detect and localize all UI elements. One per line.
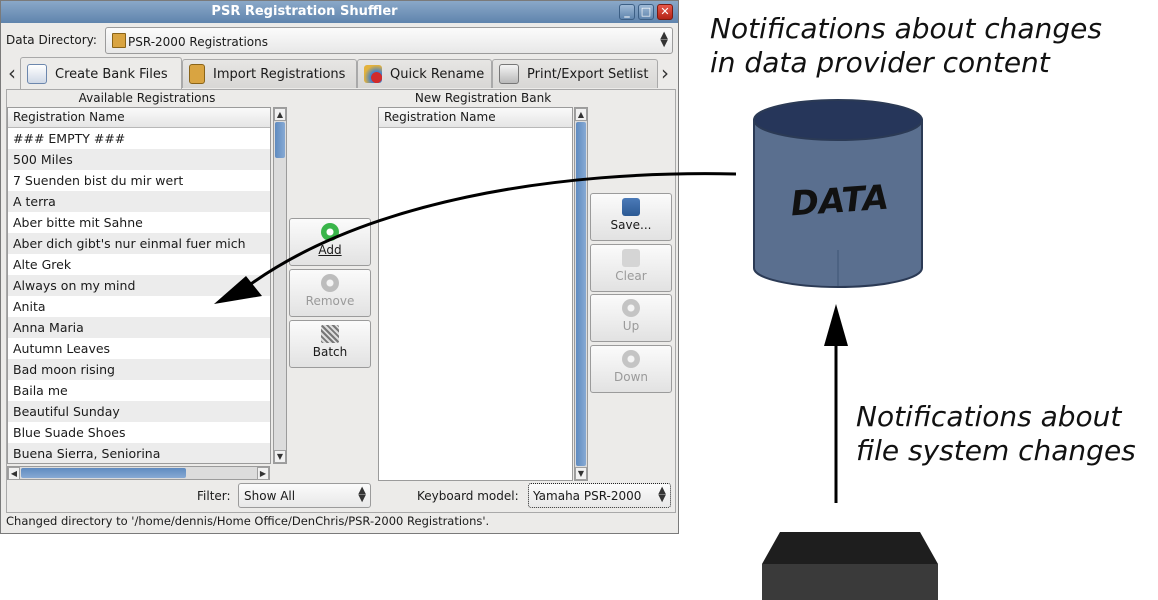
database-label: DATA (789, 178, 890, 225)
data-notification-arrow (239, 172, 737, 294)
diagram-overlay: DATA (214, 99, 938, 600)
arrowhead-icon (824, 304, 848, 346)
file-system-box-icon (762, 532, 938, 600)
